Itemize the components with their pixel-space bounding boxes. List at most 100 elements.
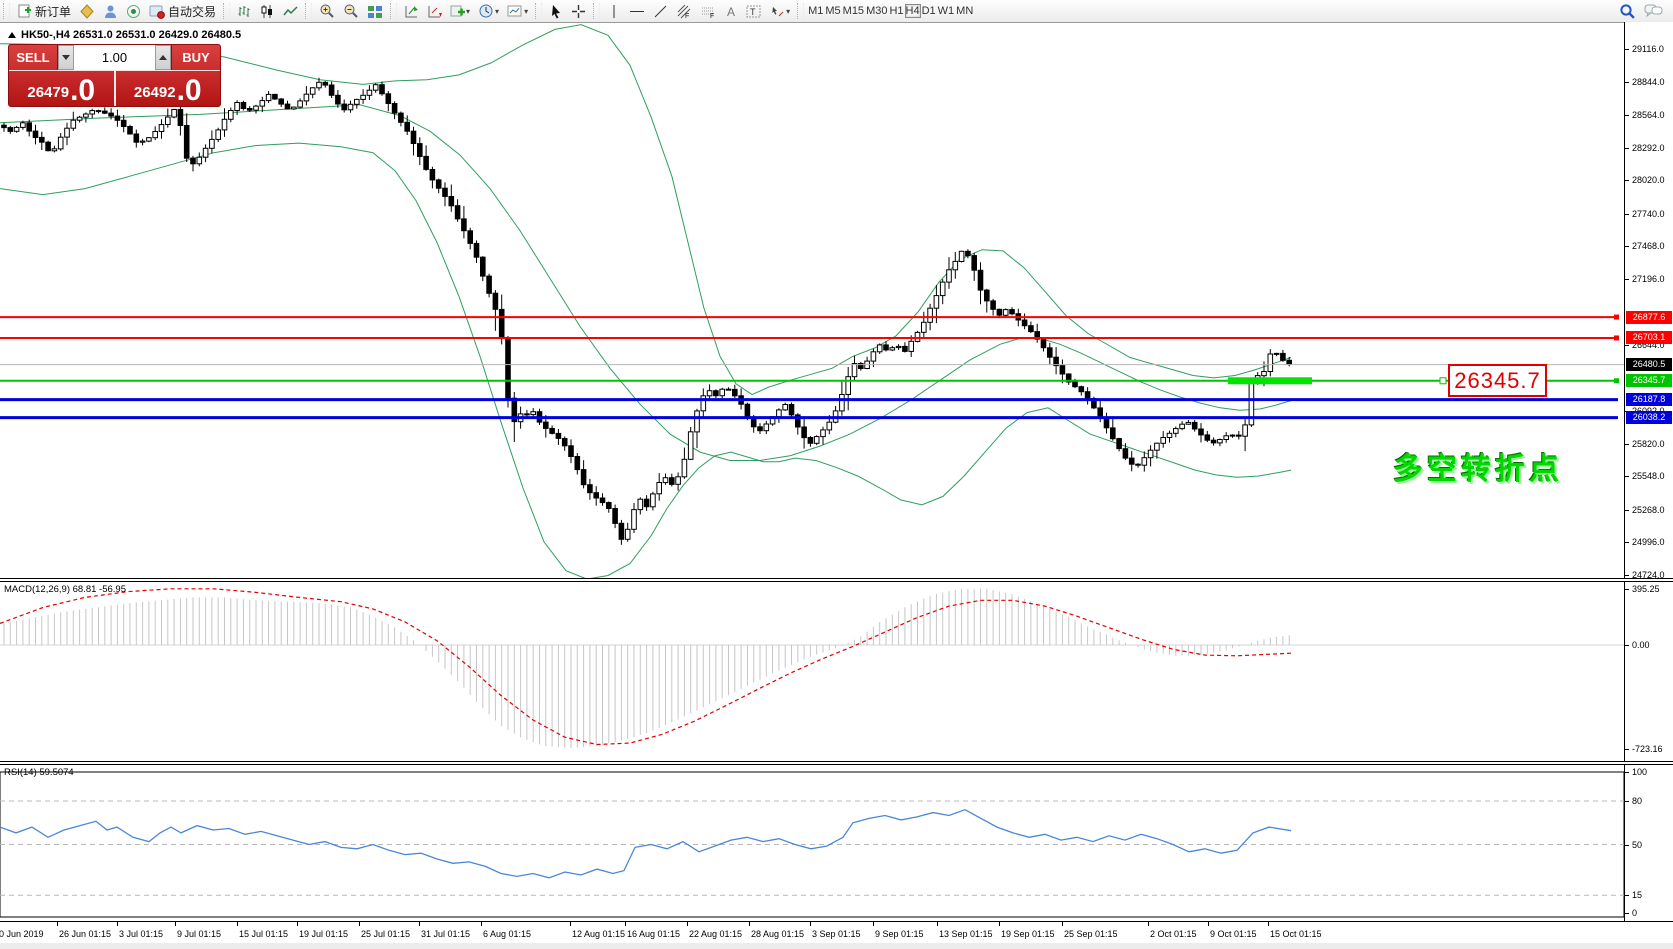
- timeframe-m15-button[interactable]: M15: [842, 4, 865, 18]
- time-axis-label: 31 Jul 01:15: [421, 929, 471, 939]
- zoom-in-button[interactable]: [316, 1, 338, 21]
- volume-input[interactable]: 1.00: [74, 45, 155, 70]
- time-axis-tick: [687, 922, 688, 926]
- fibonacci-button[interactable]: F: [673, 1, 695, 21]
- toolbar-grip[interactable]: [305, 3, 313, 19]
- horizontal-line-icon: [630, 10, 645, 12]
- price-axis[interactable]: 29116.0 28844.0 28564.0 28292.0 28020.0 27740…: [1624, 22, 1673, 580]
- line-chart-icon: [283, 5, 298, 15]
- time-axis-label: 9 Jul 01:15: [177, 929, 222, 939]
- sell-price[interactable]: 26479 .0: [9, 71, 116, 106]
- time-axis-label: 19 Sep 01:15: [1001, 929, 1055, 939]
- toolbar-grip[interactable]: [535, 3, 543, 19]
- toolbar-grip[interactable]: [390, 3, 398, 19]
- timeframe-w1-button[interactable]: W1: [937, 4, 956, 18]
- toolbar-grip[interactable]: [223, 3, 231, 19]
- bar-chart-button[interactable]: [234, 1, 255, 21]
- rsi-axis[interactable]: 100 80 50 15 0: [1624, 765, 1673, 921]
- symbol-search-button[interactable]: [1616, 1, 1639, 21]
- templates-button[interactable]: ▾: [504, 1, 531, 21]
- window-edge: [0, 943, 1673, 949]
- axis-tick-label: 50: [1625, 839, 1642, 851]
- macd-indicator-chart[interactable]: [0, 582, 1624, 761]
- timeframe-m1-button[interactable]: M1: [807, 4, 824, 18]
- text-label-icon: T: [746, 5, 761, 17]
- price-line-label: 26187.8: [1626, 393, 1672, 407]
- market-button[interactable]: [76, 1, 98, 21]
- time-axis-label: 3 Sep 01:15: [812, 929, 861, 939]
- time-axis-label: 3 Jul 01:15: [119, 929, 164, 939]
- periods-button[interactable]: ▾: [475, 1, 502, 21]
- time-axis[interactable]: 20 Jun 2019 26 Jun 01:15 3 Jul 01:15 9 Jul …: [0, 921, 1673, 949]
- trendline-button[interactable]: [650, 1, 671, 21]
- time-axis-label: 6 Aug 01:15: [483, 929, 532, 939]
- volume-down-button[interactable]: [58, 45, 74, 70]
- channel-button[interactable]: F: [697, 1, 719, 21]
- trendline-icon: [654, 5, 667, 17]
- buy-button[interactable]: BUY: [172, 45, 220, 70]
- toolbar-grip[interactable]: [3, 3, 10, 19]
- rsi-indicator-chart[interactable]: [0, 765, 1624, 921]
- line-chart-button[interactable]: [280, 1, 301, 21]
- price-line-label: 26480.5: [1626, 358, 1672, 372]
- axis-tick-label: 0: [1625, 907, 1637, 919]
- time-axis-tick: [749, 922, 750, 926]
- title-triangle-icon: [8, 32, 16, 38]
- chat-button[interactable]: [1641, 1, 1666, 21]
- text-button[interactable]: A: [721, 1, 741, 21]
- candlestick-chart-button[interactable]: [257, 1, 278, 21]
- cursor-button[interactable]: [546, 1, 566, 21]
- step-back-button[interactable]: [424, 1, 445, 21]
- community-button[interactable]: [100, 1, 121, 21]
- macd-indicator-label: MACD(12,26,9) 68.81 -56.95: [4, 584, 126, 595]
- main-price-chart[interactable]: [0, 22, 1624, 578]
- zoom-out-button[interactable]: [340, 1, 362, 21]
- time-axis-tick: [1148, 922, 1149, 926]
- indicators-button[interactable]: ▾: [447, 1, 473, 21]
- buy-price[interactable]: 26492 .0: [116, 71, 221, 106]
- turning-point-note[interactable]: 多空转折点: [1393, 444, 1563, 488]
- signals-button[interactable]: [123, 1, 144, 21]
- timeframe-h1-button[interactable]: H1: [888, 4, 904, 18]
- step-forward-button[interactable]: [401, 1, 422, 21]
- crosshair-button[interactable]: [568, 1, 589, 21]
- time-axis-tick: [419, 922, 420, 926]
- cursor-icon: [552, 4, 561, 18]
- timeframe-d1-button[interactable]: D1: [921, 4, 937, 18]
- time-axis-label: 9 Sep 01:15: [875, 929, 924, 939]
- arrows-button[interactable]: ▾: [767, 1, 793, 21]
- timeframe-m5-button[interactable]: M5: [824, 4, 841, 18]
- time-axis-tick: [1062, 922, 1063, 926]
- vertical-line-button[interactable]: [604, 1, 624, 21]
- axis-tick-label: 0.00: [1625, 639, 1650, 651]
- tile-windows-button[interactable]: [364, 1, 386, 21]
- timeframe-m30-button[interactable]: M30: [865, 4, 888, 18]
- time-axis-tick: [481, 922, 482, 926]
- chart-forward-icon: [405, 5, 419, 17]
- sell-button[interactable]: SELL: [9, 45, 57, 70]
- volume-up-button[interactable]: [155, 45, 171, 70]
- axis-tick-label: 27196.0: [1625, 273, 1665, 285]
- time-axis-tick: [117, 922, 118, 926]
- svg-text:A: A: [727, 5, 735, 19]
- time-axis-tick: [359, 922, 360, 926]
- new-order-button[interactable]: 新订单: [14, 1, 74, 21]
- zoom-out-icon: [344, 4, 358, 18]
- diamond-icon: [80, 3, 94, 19]
- autotrading-button[interactable]: 自动交易: [146, 1, 219, 21]
- timeframe-mn-button[interactable]: MN: [955, 4, 974, 18]
- timeframe-h4-button[interactable]: H4: [904, 4, 921, 18]
- macd-axis[interactable]: 395.25 0.00 -723.16: [1624, 582, 1673, 761]
- horizontal-line-button[interactable]: [626, 1, 648, 21]
- toolbar: 新订单 自动交易 ▾ ▾ ▾ F F A T ▾ M1 M5 M15 M30 H…: [0, 0, 1673, 23]
- axis-tick-label: 25820.0: [1625, 438, 1665, 450]
- time-axis-label: 25 Jul 01:15: [361, 929, 411, 939]
- toolbar-grip[interactable]: [593, 3, 601, 19]
- toolbar-grip[interactable]: [797, 3, 805, 19]
- text-label-button[interactable]: T: [743, 1, 765, 21]
- axis-tick-label: 25268.0: [1625, 504, 1665, 516]
- signal-icon: [127, 4, 141, 18]
- axis-tick-label: 100: [1625, 766, 1647, 778]
- axis-tick-label: 29116.0: [1625, 43, 1664, 55]
- price-level-callout[interactable]: 26345.7: [1448, 364, 1547, 397]
